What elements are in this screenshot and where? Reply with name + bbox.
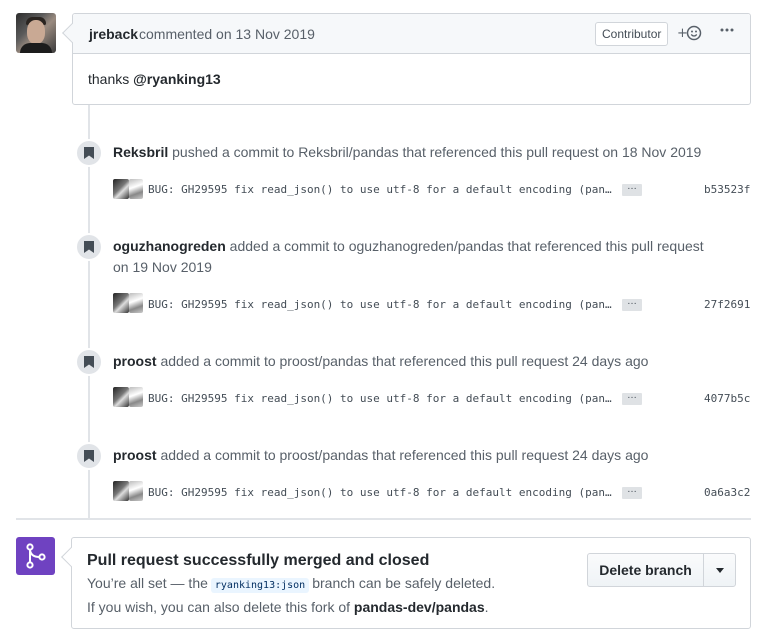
timeline-divider xyxy=(16,518,751,520)
event-description: added a commit to proost/pandas that ref… xyxy=(156,353,649,369)
repo-link[interactable]: pandas-dev/pandas xyxy=(354,599,485,615)
bookmark-event-badge xyxy=(75,442,103,470)
comment-text: thanks xyxy=(88,71,134,87)
avatar xyxy=(113,387,129,407)
merge-message-text: You’re all set — the xyxy=(87,575,208,591)
comment-pointer xyxy=(62,23,82,43)
fork-hint-text: If you wish, you can also delete this fo… xyxy=(87,599,354,615)
bookmark-event-badge xyxy=(75,233,103,261)
avatar xyxy=(129,387,143,407)
commit-authors[interactable] xyxy=(113,293,143,313)
bookmark-icon xyxy=(84,450,94,462)
kebab-horizontal-icon xyxy=(720,28,734,32)
git-merge-icon xyxy=(25,543,46,569)
commit-message-link[interactable]: BUG: GH29595 fix read_json() to use utf-… xyxy=(148,486,612,499)
merged-status-badge xyxy=(16,537,55,575)
commit-authors[interactable] xyxy=(113,387,143,407)
event-actor-link[interactable]: oguzhanogreden xyxy=(113,238,226,254)
timeline-event: oguzhanogreden added a commit to oguzhan… xyxy=(113,236,713,278)
avatar xyxy=(113,179,129,199)
timeline-event: Reksbril pushed a commit to Reksbril/pan… xyxy=(113,142,743,163)
expand-commit-button[interactable]: … xyxy=(622,297,642,311)
fork-delete-hint: If you wish, you can also delete this fo… xyxy=(87,599,489,615)
commenter-avatar[interactable] xyxy=(16,13,56,53)
merge-message-text: branch can be safely deleted. xyxy=(312,575,496,591)
add-reaction-button[interactable]: + xyxy=(677,24,705,44)
event-actor-link[interactable]: Reksbril xyxy=(113,144,168,160)
merge-pointer xyxy=(61,547,81,567)
expand-commit-button[interactable]: … xyxy=(622,182,642,196)
bookmark-event-badge xyxy=(75,139,103,167)
commit-authors[interactable] xyxy=(113,179,143,199)
event-description: added a commit to proost/pandas that ref… xyxy=(156,447,649,463)
merge-status-message: You’re all set — the ryanking13:json branc… xyxy=(87,575,495,593)
event-actor-link[interactable]: proost xyxy=(113,353,157,369)
bookmark-event-badge xyxy=(75,348,103,376)
expand-commit-button[interactable]: … xyxy=(622,391,642,405)
event-description: pushed a commit to Reksbril/pandas that … xyxy=(168,144,702,160)
commit-sha-link[interactable]: 27f2691 xyxy=(704,298,750,311)
svg-text:+: + xyxy=(677,26,688,41)
avatar xyxy=(129,293,143,313)
caret-down-icon xyxy=(715,567,724,573)
bookmark-icon xyxy=(84,147,94,159)
bookmark-icon xyxy=(84,241,94,253)
comment-author-link[interactable]: jreback xyxy=(89,26,138,42)
commit-message-link[interactable]: BUG: GH29595 fix read_json() to use utf-… xyxy=(148,183,612,196)
commit-sha-link[interactable]: 4077b5c xyxy=(704,392,750,405)
expand-commit-button[interactable]: … xyxy=(622,485,642,499)
commit-message-link[interactable]: BUG: GH29595 fix read_json() to use utf-… xyxy=(148,298,612,311)
timeline-event: proost added a commit to proost/pandas t… xyxy=(113,351,743,372)
commit-sha-link[interactable]: 0a6a3c2 xyxy=(704,486,750,499)
comment-box: jreback commented on 13 Nov 2019 Contrib… xyxy=(62,13,751,105)
delete-branch-button-group: Delete branch xyxy=(587,553,736,587)
comment-header: jreback commented on 13 Nov 2019 Contrib… xyxy=(62,14,750,54)
avatar xyxy=(129,179,143,199)
timeline-event: proost added a commit to proost/pandas t… xyxy=(113,445,743,466)
comment-body: thanks @ryanking13 xyxy=(88,71,221,87)
commit-message-link[interactable]: BUG: GH29595 fix read_json() to use utf-… xyxy=(148,392,612,405)
delete-branch-dropdown[interactable] xyxy=(704,554,735,586)
merge-status-title: Pull request successfully merged and clo… xyxy=(87,552,430,569)
comment-timestamp[interactable]: commented on 13 Nov 2019 xyxy=(139,26,315,42)
fork-hint-text: . xyxy=(484,599,489,615)
merge-status-box: Pull request successfully merged and clo… xyxy=(61,537,751,629)
event-actor-link[interactable]: proost xyxy=(113,447,157,463)
commit-authors[interactable] xyxy=(113,481,143,501)
user-mention-link[interactable]: @ryanking13 xyxy=(133,71,221,87)
delete-branch-button[interactable]: Delete branch xyxy=(588,554,704,586)
contributor-badge: Contributor xyxy=(595,22,669,46)
branch-name[interactable]: ryanking13:json xyxy=(210,578,310,593)
commit-sha-link[interactable]: b53523f xyxy=(704,183,750,196)
avatar xyxy=(113,293,129,313)
bookmark-icon xyxy=(84,356,94,368)
smiley-add-icon: + xyxy=(677,25,702,41)
avatar xyxy=(129,481,143,501)
comment-options-button[interactable] xyxy=(716,22,738,44)
avatar xyxy=(113,481,129,501)
